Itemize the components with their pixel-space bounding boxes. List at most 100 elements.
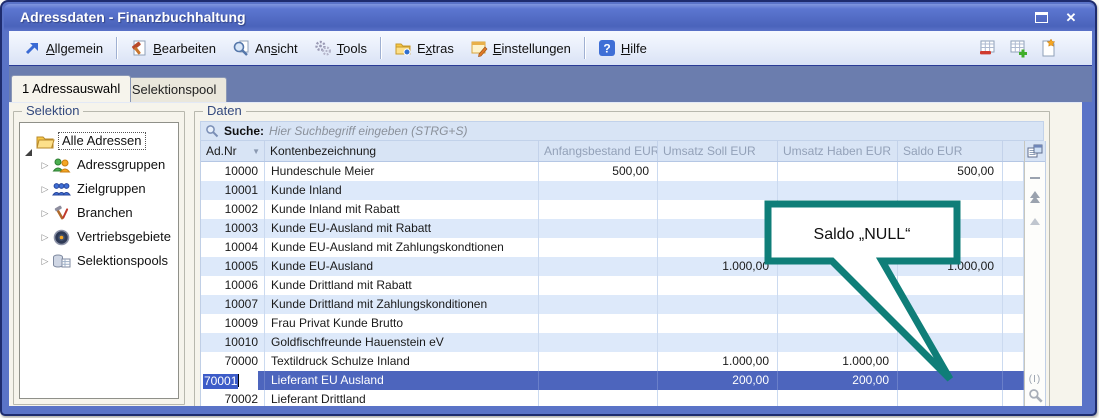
menu-hilfe[interactable]: ? Hilfe	[590, 36, 655, 60]
cell-nr[interactable]: 70002	[201, 390, 265, 406]
cell-haben[interactable]	[778, 390, 898, 406]
menu-einstellungen[interactable]: Einstellungen	[462, 36, 579, 60]
cell-haben[interactable]	[778, 200, 898, 219]
cell-haben[interactable]	[778, 238, 898, 257]
cell-name[interactable]: Kunde Drittland mit Zahlungskonditionen	[265, 295, 539, 314]
cell-soll[interactable]: 1.000,00	[658, 257, 778, 276]
cell-soll[interactable]: 200,00	[658, 371, 778, 390]
cell-soll[interactable]	[658, 162, 778, 181]
cell-nr[interactable]: 70000	[201, 352, 265, 371]
cell-anfangsbestand[interactable]	[539, 352, 658, 371]
tree-item-zielgruppen[interactable]: ▷ Zielgruppen	[20, 177, 178, 201]
column-header-umsatz-haben[interactable]: Umsatz Haben EUR	[778, 141, 898, 161]
table-row[interactable]: 10007Kunde Drittland mit Zahlungskonditi…	[201, 295, 1045, 314]
cell-haben[interactable]	[778, 295, 898, 314]
cell-nr[interactable]: 10006	[201, 276, 265, 295]
cell-saldo[interactable]	[898, 333, 1003, 352]
cell-haben[interactable]: 200,00	[778, 371, 898, 390]
magnifier-icon[interactable]	[1025, 388, 1045, 406]
cell-haben[interactable]	[778, 333, 898, 352]
cell-nr[interactable]: 10000	[201, 162, 265, 181]
cell-nr[interactable]: 10005	[201, 257, 265, 276]
search-input[interactable]	[269, 124, 1039, 138]
cell-nr[interactable]: 10010	[201, 333, 265, 352]
cell-saldo[interactable]	[898, 295, 1003, 314]
cell-anfangsbestand[interactable]	[539, 295, 658, 314]
expand-icon[interactable]: ▷	[39, 225, 51, 249]
adnr-edit-box[interactable]: 70001	[201, 371, 258, 390]
cell-name[interactable]: Hundeschule Meier	[265, 162, 539, 181]
restore-button[interactable]	[1033, 10, 1049, 25]
cell-saldo[interactable]: 1.000,00	[898, 257, 1003, 276]
table-row[interactable]: 10006Kunde Drittland mit Rabatt	[201, 276, 1045, 295]
tree-item-selektionspools[interactable]: ▷ Selektionspools	[20, 249, 178, 273]
column-chooser-cell[interactable]	[1025, 141, 1045, 162]
cell-nr[interactable]: 10003	[201, 219, 265, 238]
cell-haben[interactable]	[778, 219, 898, 238]
cell-saldo[interactable]: 500,00	[898, 162, 1003, 181]
cell-saldo[interactable]	[898, 276, 1003, 295]
tab-adressauswahl[interactable]: 1 Adressauswahl	[11, 75, 131, 102]
cell-soll[interactable]: 1.000,00	[658, 352, 778, 371]
new-document-icon[interactable]	[1038, 38, 1058, 58]
cell-anfangsbestand[interactable]	[539, 181, 658, 200]
cell-anfangsbestand[interactable]	[539, 314, 658, 333]
cell-name[interactable]: Goldfischfreunde Hauenstein eV	[265, 333, 539, 352]
cell-name[interactable]: Kunde Drittland mit Rabatt	[265, 276, 539, 295]
cell-soll[interactable]	[658, 295, 778, 314]
cell-nr[interactable]: 10004	[201, 238, 265, 257]
table-remove-icon[interactable]	[978, 38, 998, 58]
column-header-umsatz-soll[interactable]: Umsatz Soll EUR	[658, 141, 778, 161]
cell-anfangsbestand[interactable]	[539, 219, 658, 238]
cell-anfangsbestand[interactable]	[539, 257, 658, 276]
tree-item-branchen[interactable]: ▷ Branchen	[20, 201, 178, 225]
cell-soll[interactable]	[658, 333, 778, 352]
cell-soll[interactable]	[658, 200, 778, 219]
expand-icon[interactable]: ▷	[39, 153, 51, 177]
cell-soll[interactable]	[658, 276, 778, 295]
column-header-saldo[interactable]: Saldo EUR	[898, 141, 1003, 161]
tree-item-alle-adressen[interactable]: Alle Adressen	[20, 129, 178, 153]
cell-saldo[interactable]	[898, 200, 1003, 219]
table-row[interactable]: 10000Hundeschule Meier500,00500,00	[201, 162, 1045, 181]
tree-item-adressgruppen[interactable]: ▷ Adressgruppen	[20, 153, 178, 177]
table-row[interactable]: 10003Kunde EU-Ausland mit Rabatt	[201, 219, 1045, 238]
cell-anfangsbestand[interactable]: 500,00	[539, 162, 658, 181]
collapse-icon[interactable]	[23, 134, 35, 149]
cell-soll[interactable]	[658, 181, 778, 200]
table-row[interactable]: 10005Kunde EU-Ausland 1.000,00 1.000,00	[201, 257, 1045, 276]
expand-icon[interactable]: ▷	[39, 249, 51, 273]
table-row[interactable]: 10001Kunde Inland	[201, 181, 1045, 200]
expand-icon[interactable]: ▷	[39, 177, 51, 201]
table-row[interactable]: 70000Textildruck Schulze Inland 1.000,001…	[201, 352, 1045, 371]
cell-name[interactable]: Textildruck Schulze Inland	[265, 352, 539, 371]
column-header-kontenbezeichnung[interactable]: Kontenbezeichnung	[265, 141, 539, 161]
cell-name[interactable]: Frau Privat Kunde Brutto	[265, 314, 539, 333]
close-button[interactable]: ✕	[1063, 10, 1079, 25]
cell-haben[interactable]	[778, 276, 898, 295]
scroll-up-page-icon[interactable]	[1025, 212, 1045, 230]
cell-saldo[interactable]	[898, 371, 1003, 390]
cell-haben[interactable]: 1.000,00	[778, 352, 898, 371]
cell-nr[interactable]: 10009	[201, 314, 265, 333]
cell-anfangsbestand[interactable]	[539, 390, 658, 406]
cell-saldo[interactable]	[898, 390, 1003, 406]
tree-item-vertriebsgebiete[interactable]: ▷ Vertriebsgebiete	[20, 225, 178, 249]
cell-haben[interactable]	[778, 162, 898, 181]
scroll-up-icon[interactable]	[1025, 190, 1045, 208]
cell-name[interactable]: Lieferant EU Ausland	[265, 371, 539, 390]
cell-nr[interactable]: 10001	[201, 181, 265, 200]
table-row[interactable]: 10009Frau Privat Kunde Brutto	[201, 314, 1045, 333]
cell-anfangsbestand[interactable]	[539, 276, 658, 295]
cell-name[interactable]: Kunde EU-Ausland	[265, 257, 539, 276]
cell-name[interactable]: Kunde Inland	[265, 181, 539, 200]
table-row[interactable]: 10010Goldfischfreunde Hauenstein eV	[201, 333, 1045, 352]
cell-anfangsbestand[interactable]	[539, 333, 658, 352]
cell-saldo[interactable]	[898, 238, 1003, 257]
cell-haben[interactable]	[778, 314, 898, 333]
expand-icon[interactable]: ▷	[39, 201, 51, 225]
table-row[interactable]: 10002Kunde Inland mit Rabatt	[201, 200, 1045, 219]
table-row[interactable]: 10004Kunde EU-Ausland mit Zahlungskondti…	[201, 238, 1045, 257]
menu-bearbeiten[interactable]: Bearbeiten	[122, 36, 224, 60]
cell-nr[interactable]: 10002	[201, 200, 265, 219]
